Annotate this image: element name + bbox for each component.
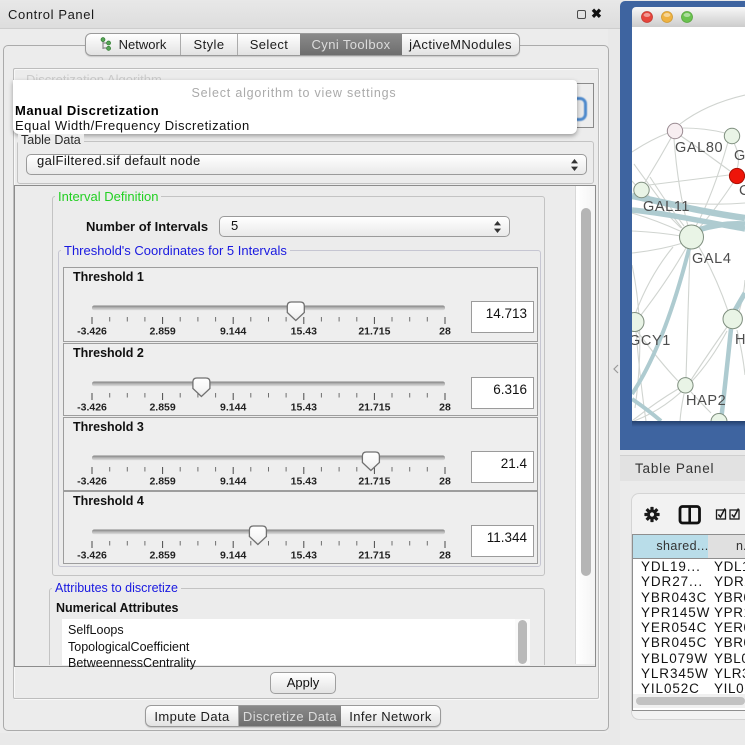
svg-text:HAP2: HAP2	[686, 393, 726, 409]
svg-text:G.: G.	[734, 148, 745, 164]
svg-text:-3.426: -3.426	[77, 476, 107, 488]
svg-text:GAL11: GAL11	[643, 199, 690, 215]
svg-text:15.43: 15.43	[291, 326, 317, 338]
svg-text:GCY1: GCY1	[632, 333, 671, 349]
svg-text:9.144: 9.144	[220, 476, 246, 488]
svg-text:21.715: 21.715	[358, 326, 390, 338]
svg-text:HI: HI	[735, 332, 745, 348]
svg-text:15.43: 15.43	[291, 550, 317, 562]
svg-text:-3.426: -3.426	[77, 550, 107, 562]
svg-text:-3.426: -3.426	[77, 326, 107, 338]
svg-text:15.43: 15.43	[291, 476, 317, 488]
svg-text:15.43: 15.43	[291, 402, 317, 414]
svg-text:28: 28	[439, 476, 451, 488]
svg-text:21.715: 21.715	[358, 402, 390, 414]
svg-text:2.859: 2.859	[149, 402, 175, 414]
svg-text:-3.426: -3.426	[77, 402, 107, 414]
svg-text:9.144: 9.144	[220, 326, 246, 338]
svg-text:28: 28	[439, 550, 451, 562]
svg-text:GAL80: GAL80	[675, 140, 723, 156]
svg-text:9.144: 9.144	[220, 550, 246, 562]
svg-text:28: 28	[439, 402, 451, 414]
svg-text:C.: C.	[739, 183, 745, 199]
svg-text:21.715: 21.715	[358, 550, 390, 562]
svg-text:9.144: 9.144	[220, 402, 246, 414]
svg-text:21.715: 21.715	[358, 476, 390, 488]
svg-text:2.859: 2.859	[149, 326, 175, 338]
svg-text:28: 28	[439, 326, 451, 338]
svg-text:GAL4: GAL4	[692, 251, 731, 267]
svg-text:2.859: 2.859	[149, 550, 175, 562]
svg-text:2.859: 2.859	[149, 476, 175, 488]
